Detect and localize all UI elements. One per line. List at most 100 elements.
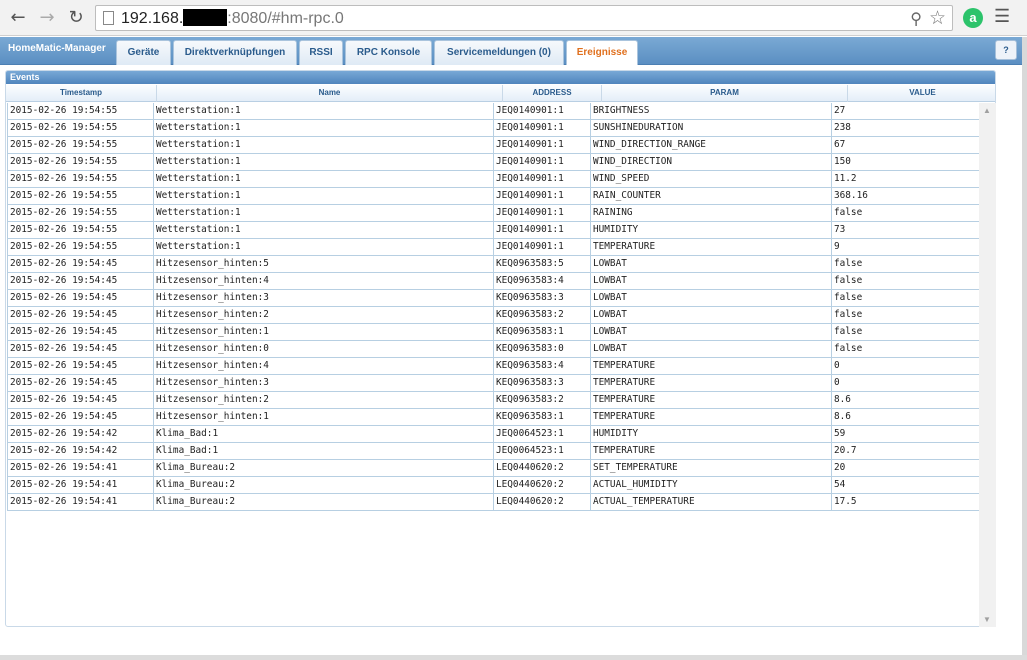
tab-direktverknuepfungen[interactable]: Direktverknüpfungen (173, 40, 297, 65)
cell-name: Klima_Bureau:2 (154, 494, 494, 511)
cell-value: 17.5 (834, 496, 857, 507)
help-button[interactable]: ? (995, 40, 1017, 60)
redacted-block (183, 9, 228, 26)
cell-timestamp: 2015-02-26 19:54:45 (8, 375, 154, 392)
table-row[interactable]: 2015-02-26 19:54:45 Hitzesensor_hinten:0 K… (7, 341, 980, 358)
cell-value: false (834, 343, 863, 354)
cell-param: WIND_DIRECTION (591, 154, 832, 171)
table-row[interactable]: 2015-02-26 19:54:55 Wetterstation:1 JEQ014… (7, 171, 980, 188)
table-row[interactable]: 2015-02-26 19:54:45 Hitzesensor_hinten:3 K… (7, 290, 980, 307)
cell-param: HUMIDITY (591, 426, 832, 443)
app-title: HomeMatic-Manager (8, 43, 106, 54)
cell-name: Wetterstation:1 (154, 137, 494, 154)
cell-address: KEQ0963583:4 (494, 358, 591, 375)
table-row[interactable]: 2015-02-26 19:54:45 Hitzesensor_hinten:1 K… (7, 324, 980, 341)
table-row[interactable]: 2015-02-26 19:54:55 Wetterstation:1 JEQ014… (7, 137, 980, 154)
cell-param: ACTUAL_TEMPERATURE (591, 494, 832, 511)
cell-param: RAIN_COUNTER (591, 188, 832, 205)
cell-param: WIND_SPEED (591, 171, 832, 188)
cell-param: BRIGHTNESS (591, 103, 832, 120)
table-row[interactable]: 2015-02-26 19:54:55 Wetterstation:1 JEQ014… (7, 120, 980, 137)
cell-address: JEQ0140901:1 (494, 171, 591, 188)
table-row[interactable]: 2015-02-26 19:54:45 Hitzesensor_hinten:3 K… (7, 375, 980, 392)
back-arrow-icon[interactable]: ← (6, 6, 30, 30)
cell-name: Hitzesensor_hinten:3 (154, 290, 494, 307)
tab-geraete[interactable]: Geräte (116, 40, 171, 65)
url-text[interactable]: 192.168.:8080/#hm-rpc.0 (121, 9, 344, 28)
cell-value: false (834, 258, 863, 269)
zoom-icon[interactable]: ⚲ (910, 9, 922, 29)
cell-name: Hitzesensor_hinten:2 (154, 307, 494, 324)
cell-param: TEMPERATURE (591, 392, 832, 409)
cell-value: 27 (834, 105, 846, 116)
cell-param: ACTUAL_HUMIDITY (591, 477, 832, 494)
cell-param: LOWBAT (591, 307, 832, 324)
cell-address: JEQ0140901:1 (494, 222, 591, 239)
cell-param: TEMPERATURE (591, 409, 832, 426)
column-header-value[interactable]: VALUE (848, 85, 995, 102)
table-row[interactable]: 2015-02-26 19:54:45 Hitzesensor_hinten:2 K… (7, 307, 980, 324)
cell-param: RAINING (591, 205, 832, 222)
cell-address: LEQ0440620:2 (494, 460, 591, 477)
column-header-name[interactable]: Name (157, 85, 503, 102)
table-row[interactable]: 2015-02-26 19:54:42 Klima_Bad:1 JEQ0064523… (7, 426, 980, 443)
tab-ereignisse[interactable]: Ereignisse (566, 40, 638, 65)
table-row[interactable]: 2015-02-26 19:54:55 Wetterstation:1 JEQ014… (7, 205, 980, 222)
cell-value: 0 (834, 377, 840, 388)
cell-param: TEMPERATURE (591, 375, 832, 392)
table-row[interactable]: 2015-02-26 19:54:45 Hitzesensor_hinten:2 K… (7, 392, 980, 409)
table-row[interactable]: 2015-02-26 19:54:45 Hitzesensor_hinten:1 K… (7, 409, 980, 426)
cell-timestamp: 2015-02-26 19:54:55 (8, 103, 154, 120)
column-header-timestamp[interactable]: Timestamp (6, 85, 157, 102)
forward-arrow-icon[interactable]: → (35, 6, 59, 30)
panel-title: Events (6, 71, 995, 84)
menu-icon[interactable]: ☰ (994, 6, 1010, 27)
table-row[interactable]: 2015-02-26 19:54:55 Wetterstation:1 JEQ014… (7, 222, 980, 239)
column-header-address[interactable]: ADDRESS (503, 85, 602, 102)
cell-name: Wetterstation:1 (154, 120, 494, 137)
table-row[interactable]: 2015-02-26 19:54:55 Wetterstation:1 JEQ014… (7, 103, 980, 120)
table-row[interactable]: 2015-02-26 19:54:41 Klima_Bureau:2 LEQ0440… (7, 460, 980, 477)
cell-param: SUNSHINEDURATION (591, 120, 832, 137)
cell-address: JEQ0140901:1 (494, 205, 591, 222)
cell-param: TEMPERATURE (591, 239, 832, 256)
table-header: Timestamp Name ADDRESS PARAM VALUE (6, 85, 995, 102)
cell-value: 238 (834, 122, 851, 133)
table-row[interactable]: 2015-02-26 19:54:45 Hitzesensor_hinten:4 K… (7, 358, 980, 375)
table-row[interactable]: 2015-02-26 19:54:55 Wetterstation:1 JEQ014… (7, 239, 980, 256)
address-bar[interactable]: 192.168.:8080/#hm-rpc.0 ⚲ ☆ (95, 5, 953, 31)
cell-address: KEQ0963583:3 (494, 375, 591, 392)
browser-toolbar: ← → ↻ 192.168.:8080/#hm-rpc.0 ⚲ ☆ a ☰ (0, 0, 1027, 36)
cell-value: 11.2 (834, 173, 857, 184)
scroll-up-arrow-icon[interactable]: ▲ (983, 106, 991, 115)
table-row[interactable]: 2015-02-26 19:54:41 Klima_Bureau:2 LEQ0440… (7, 494, 980, 511)
cell-name: Hitzesensor_hinten:3 (154, 375, 494, 392)
tab-servicemeldungen[interactable]: Servicemeldungen (0) (434, 40, 564, 65)
bookmark-star-icon[interactable]: ☆ (929, 7, 946, 30)
cell-value: 368.16 (834, 190, 868, 201)
column-header-param[interactable]: PARAM (602, 85, 848, 102)
table-row[interactable]: 2015-02-26 19:54:41 Klima_Bureau:2 LEQ0440… (7, 477, 980, 494)
tab-rpc-konsole[interactable]: RPC Konsole (345, 40, 432, 65)
table-row[interactable]: 2015-02-26 19:54:45 Hitzesensor_hinten:5 K… (7, 256, 980, 273)
window-edge (0, 655, 1027, 660)
cell-address: LEQ0440620:2 (494, 477, 591, 494)
reload-icon[interactable]: ↻ (64, 6, 88, 30)
table-row[interactable]: 2015-02-26 19:54:45 Hitzesensor_hinten:4 K… (7, 273, 980, 290)
extension-icon[interactable]: a (963, 8, 983, 28)
tab-rssi[interactable]: RSSI (299, 40, 343, 65)
cell-name: Klima_Bureau:2 (154, 460, 494, 477)
vertical-scrollbar[interactable]: ▲ ▼ (979, 103, 996, 627)
cell-address: KEQ0963583:1 (494, 409, 591, 426)
scroll-down-arrow-icon[interactable]: ▼ (983, 615, 991, 624)
table-row[interactable]: 2015-02-26 19:54:55 Wetterstation:1 JEQ014… (7, 188, 980, 205)
cell-timestamp: 2015-02-26 19:54:55 (8, 205, 154, 222)
cell-name: Hitzesensor_hinten:1 (154, 409, 494, 426)
cell-name: Hitzesensor_hinten:0 (154, 341, 494, 358)
table-row[interactable]: 2015-02-26 19:54:55 Wetterstation:1 JEQ014… (7, 154, 980, 171)
cell-name: Hitzesensor_hinten:5 (154, 256, 494, 273)
table-row[interactable]: 2015-02-26 19:54:42 Klima_Bad:1 JEQ0064523… (7, 443, 980, 460)
cell-address: JEQ0140901:1 (494, 188, 591, 205)
cell-param: TEMPERATURE (591, 443, 832, 460)
events-table-body: 2015-02-26 19:54:55 Wetterstation:1 JEQ014… (7, 103, 980, 511)
